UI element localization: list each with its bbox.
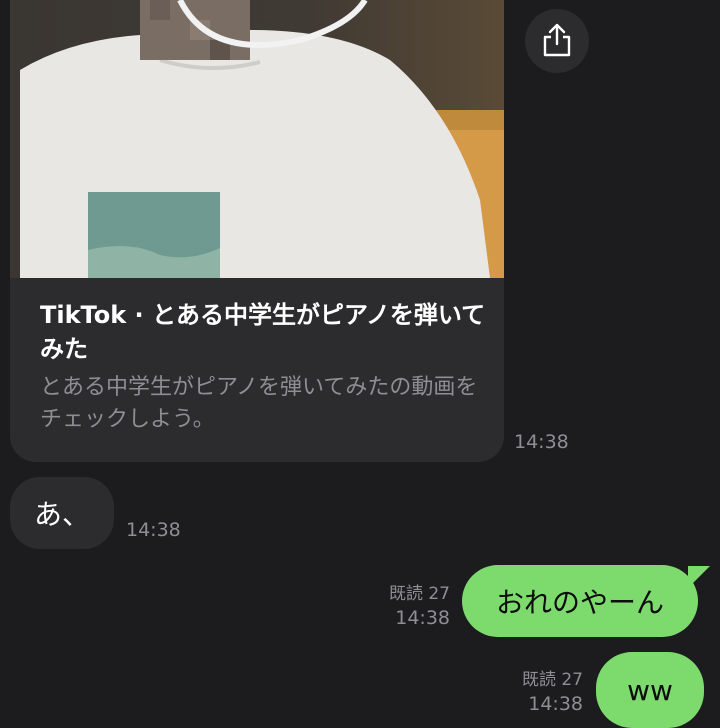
message-meta: 既読 27 14:38 <box>522 669 583 717</box>
bubble-tail <box>688 566 710 588</box>
link-preview-text: TikTok · とある中学生がピアノを弾いてみた とある中学生がピアノを弾いて… <box>40 298 490 436</box>
share-icon <box>543 23 571 57</box>
incoming-message-bubble[interactable]: あ、 <box>10 477 114 549</box>
message-timestamp: 14:38 <box>126 519 181 541</box>
message-text: おれのやーん <box>495 586 664 619</box>
link-preview-title: TikTok · とある中学生がピアノを弾いてみた <box>40 301 486 363</box>
link-card-timestamp: 14:38 <box>514 431 569 453</box>
link-preview-card[interactable]: TikTok · とある中学生がピアノを弾いてみた とある中学生がピアノを弾いて… <box>10 0 504 462</box>
link-preview-image[interactable] <box>10 0 504 278</box>
outgoing-message-bubble[interactable]: ww <box>596 652 704 728</box>
outgoing-message-bubble[interactable]: おれのやーん <box>462 565 698 637</box>
message-meta: 既読 27 14:38 <box>389 583 450 631</box>
message-timestamp: 14:38 <box>528 693 583 715</box>
share-button[interactable] <box>525 9 589 73</box>
message-text: あ、 <box>33 498 90 531</box>
message-timestamp: 14:38 <box>395 607 450 629</box>
read-receipt: 既読 27 <box>388 584 450 604</box>
message-text: ww <box>627 673 673 707</box>
link-preview-description: とある中学生がピアノを弾いてみたの動画をチェックしよう。 <box>40 375 478 432</box>
read-receipt: 既読 27 <box>521 670 583 690</box>
chat-view: TikTok · とある中学生がピアノを弾いてみた とある中学生がピアノを弾いて… <box>0 0 720 728</box>
